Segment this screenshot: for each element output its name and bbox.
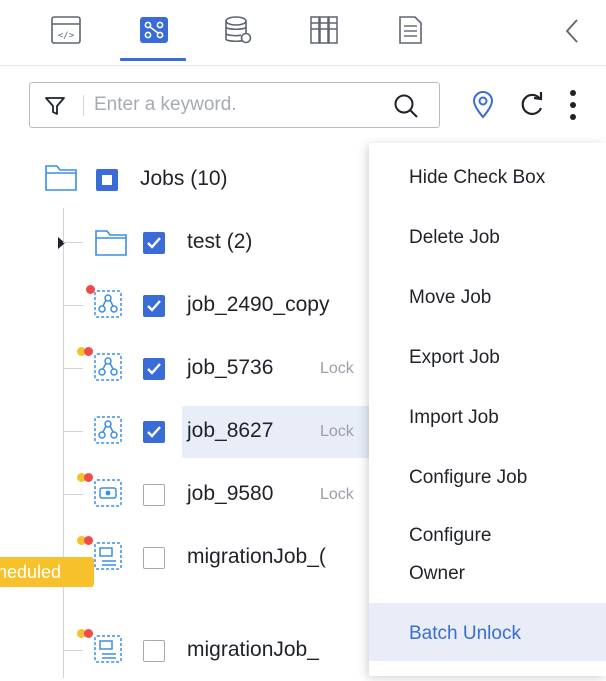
collapse-panel-button[interactable] bbox=[556, 14, 588, 48]
job-flow-icon bbox=[94, 290, 122, 318]
tree-branch-line bbox=[63, 494, 83, 495]
more-options-icon[interactable] bbox=[566, 88, 580, 122]
menu-item-move-job[interactable]: Move Job bbox=[369, 267, 606, 325]
search-separator bbox=[83, 95, 84, 116]
root-checkbox[interactable] bbox=[96, 169, 118, 191]
tab-resources[interactable] bbox=[304, 8, 344, 52]
menu-item-label: Hide Check Box bbox=[409, 167, 546, 188]
database-icon bbox=[225, 16, 252, 44]
job-checkbox[interactable] bbox=[143, 358, 165, 380]
menu-item-label: Configure bbox=[409, 525, 492, 546]
job-name: migrationJob_( bbox=[187, 545, 326, 568]
locate-icon[interactable] bbox=[470, 90, 496, 120]
tab-documents[interactable] bbox=[390, 8, 430, 52]
job-checkbox[interactable] bbox=[143, 547, 165, 569]
search-icon[interactable] bbox=[392, 92, 420, 120]
check-icon bbox=[147, 237, 161, 249]
status-dot bbox=[84, 473, 93, 482]
menu-item-label: Owner bbox=[409, 563, 465, 584]
menu-item-batch-unlock[interactable]: Batch Unlock bbox=[369, 603, 606, 661]
lock-status: Lock bbox=[320, 360, 354, 377]
migration-job-icon bbox=[94, 635, 122, 663]
search-input[interactable] bbox=[94, 93, 384, 117]
job-checkbox[interactable] bbox=[143, 640, 165, 662]
menu-item-label: Export Job bbox=[409, 347, 500, 368]
job-name: job_9580 bbox=[187, 482, 274, 505]
menu-item-label: Batch Unlock bbox=[409, 623, 521, 644]
menu-item-configure-job[interactable]: Configure Job bbox=[369, 447, 606, 505]
svg-text:</>: </> bbox=[58, 31, 75, 41]
job-checkbox[interactable] bbox=[143, 421, 165, 443]
folder-checkbox[interactable] bbox=[143, 232, 165, 254]
search-box bbox=[29, 82, 440, 128]
menu-item-hide-check-box[interactable]: Hide Check Box bbox=[369, 147, 606, 205]
status-dot bbox=[84, 347, 93, 356]
folder-icon bbox=[45, 165, 77, 191]
context-menu: Hide Check Box Delete Job Move Job Expor… bbox=[369, 143, 606, 676]
tab-database[interactable] bbox=[218, 8, 258, 52]
menu-item-export-job[interactable]: Export Job bbox=[369, 327, 606, 385]
job-name: migrationJob_ bbox=[187, 638, 319, 661]
scheduled-badge-label: heduled bbox=[0, 562, 62, 582]
tree-branch-line bbox=[63, 650, 83, 651]
job-graph-icon bbox=[140, 17, 168, 43]
job-checkbox[interactable] bbox=[143, 295, 165, 317]
menu-item-delete-job[interactable]: Delete Job bbox=[369, 207, 606, 265]
status-dot bbox=[84, 536, 93, 545]
check-icon bbox=[147, 300, 161, 312]
job-name: job_2490_copy bbox=[187, 293, 330, 316]
tab-divider bbox=[0, 65, 606, 66]
menu-item-configure-owner[interactable]: Configure Owner bbox=[369, 507, 606, 603]
scheduled-badge: heduled bbox=[0, 557, 94, 587]
active-tab-indicator bbox=[120, 58, 186, 61]
tab-code[interactable]: </> bbox=[46, 8, 86, 52]
chevron-left-icon bbox=[565, 19, 578, 43]
filter-icon[interactable] bbox=[44, 95, 66, 117]
top-tab-bar: </> bbox=[0, 0, 606, 62]
realtime-job-icon bbox=[94, 479, 122, 507]
job-name: job_8627 bbox=[187, 419, 274, 442]
tab-jobs[interactable] bbox=[134, 8, 174, 52]
lock-status: Lock bbox=[320, 423, 354, 440]
resource-grid-icon bbox=[310, 16, 338, 44]
expand-arrow-icon[interactable] bbox=[58, 237, 65, 249]
folder-icon bbox=[95, 230, 127, 256]
refresh-icon[interactable] bbox=[518, 90, 546, 120]
job-flow-icon bbox=[94, 416, 122, 444]
menu-item-label: Configure Job bbox=[409, 467, 528, 488]
tree-branch-line bbox=[63, 431, 83, 432]
menu-item-import-job[interactable]: Import Job bbox=[369, 387, 606, 445]
code-file-icon: </> bbox=[51, 16, 81, 44]
status-dot bbox=[84, 629, 93, 638]
tree-branch-line bbox=[63, 305, 83, 306]
job-flow-icon bbox=[94, 353, 122, 381]
check-icon bbox=[147, 363, 161, 375]
check-icon bbox=[147, 426, 161, 438]
root-label: Jobs (10) bbox=[140, 167, 228, 190]
job-name: job_5736 bbox=[187, 356, 274, 379]
menu-item-label: Import Job bbox=[409, 407, 499, 428]
lock-status: Lock bbox=[320, 486, 354, 503]
document-icon bbox=[399, 16, 422, 44]
folder-label: test (2) bbox=[187, 230, 253, 253]
menu-item-label: Move Job bbox=[409, 287, 492, 308]
job-checkbox[interactable] bbox=[143, 484, 165, 506]
migration-job-icon bbox=[94, 542, 122, 570]
tree-branch-line bbox=[63, 242, 83, 243]
tree-branch-line bbox=[63, 368, 83, 369]
menu-item-label: Delete Job bbox=[409, 227, 500, 248]
